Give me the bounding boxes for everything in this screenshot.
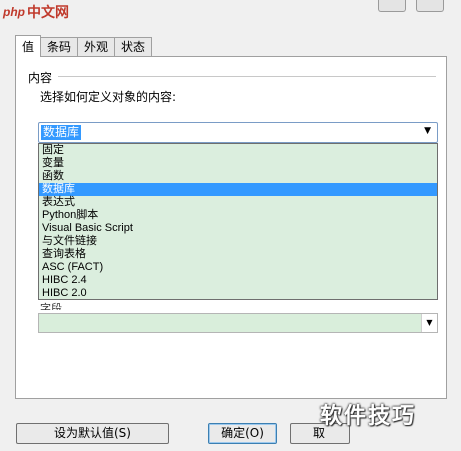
- dropdown-option[interactable]: 查询表格: [39, 248, 437, 261]
- help-button[interactable]: [378, 0, 406, 12]
- chevron-down-icon[interactable]: ▼: [424, 126, 431, 136]
- close-button[interactable]: [416, 0, 444, 12]
- dropdown-option[interactable]: Python脚本: [39, 209, 437, 222]
- field-label: 字段: [40, 302, 62, 310]
- watermark-text: 软件技巧: [320, 404, 417, 429]
- dropdown-option[interactable]: 与文件链接: [39, 235, 437, 248]
- tab-status[interactable]: 状态: [114, 37, 153, 57]
- content-group-title: 内容: [28, 71, 53, 85]
- tab-barcode[interactable]: 条码: [40, 37, 79, 57]
- dropdown-option-selected[interactable]: 数据库: [39, 183, 437, 196]
- dropdown-option[interactable]: ASC (FACT): [39, 261, 437, 274]
- dropdown-option[interactable]: 函数: [39, 170, 437, 183]
- ok-button[interactable]: 确定(O): [208, 423, 277, 444]
- dropdown-option[interactable]: HIBC 2.0: [39, 287, 437, 300]
- dropdown-option[interactable]: Visual Basic Script: [39, 222, 437, 235]
- dropdown-option[interactable]: 变量: [39, 157, 437, 170]
- content-source-select[interactable]: 数据库 ▼: [38, 122, 438, 143]
- set-default-button[interactable]: 设为默认值(S): [16, 423, 169, 444]
- content-source-dropdown: 固定 变量 函数 数据库 表达式 Python脚本 Visual Basic S…: [38, 143, 438, 300]
- group-divider: [58, 76, 436, 77]
- content-prompt: 选择如何定义对象的内容:: [40, 90, 177, 104]
- tab-value[interactable]: 值: [15, 35, 42, 57]
- watermark-php: php: [3, 5, 25, 19]
- field-select[interactable]: ▼: [38, 313, 438, 333]
- dropdown-option[interactable]: 表达式: [39, 196, 437, 209]
- selected-value: 数据库: [41, 125, 82, 140]
- watermark-cn: 中文网: [27, 5, 69, 21]
- tab-strip: 值 条码 外观 状态: [15, 35, 153, 57]
- dropdown-option[interactable]: 固定: [39, 144, 437, 157]
- watermark-logo: php 中文网: [0, 0, 100, 24]
- dropdown-option[interactable]: HIBC 2.4: [39, 274, 437, 287]
- chevron-down-icon[interactable]: ▼: [421, 314, 437, 332]
- tab-appearance[interactable]: 外观: [77, 37, 116, 57]
